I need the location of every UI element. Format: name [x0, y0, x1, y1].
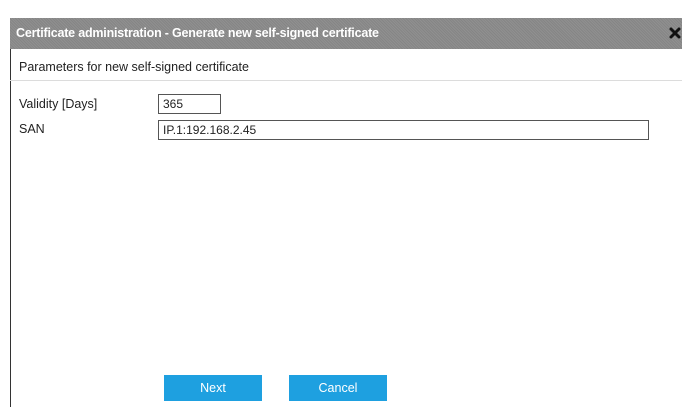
dialog-titlebar: Certificate administration - Generate ne…: [10, 18, 682, 49]
cancel-button[interactable]: Cancel: [289, 375, 387, 401]
dialog-title: Certificate administration - Generate ne…: [16, 26, 379, 40]
content-border: [10, 49, 11, 407]
san-input[interactable]: [158, 120, 649, 140]
san-label: SAN: [19, 122, 45, 136]
next-button[interactable]: Next: [164, 375, 262, 401]
divider: [10, 80, 682, 81]
close-icon[interactable]: [668, 25, 682, 41]
validity-days-input[interactable]: [158, 94, 221, 114]
certificate-dialog: Certificate administration - Generate ne…: [0, 0, 682, 407]
validity-label: Validity [Days]: [19, 97, 98, 111]
form-subtitle: Parameters for new self-signed certifica…: [19, 60, 249, 74]
